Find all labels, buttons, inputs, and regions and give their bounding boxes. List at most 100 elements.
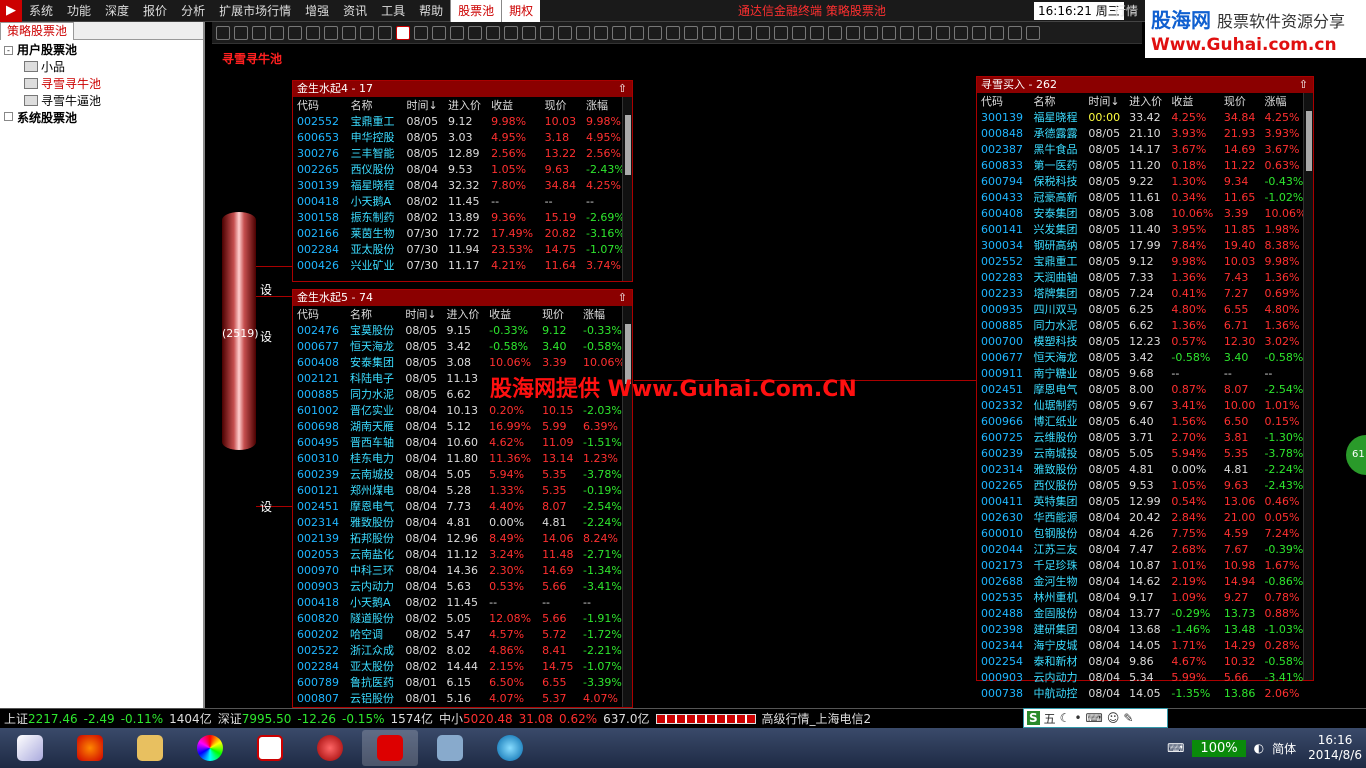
table-row[interactable]: 300034 钢研高纳 08/05 17.99 7.84% 19.40 8.38% bbox=[977, 237, 1313, 253]
set-button[interactable]: 设 bbox=[256, 495, 284, 519]
column-header[interactable]: 代码 bbox=[977, 93, 1030, 109]
table-row[interactable]: 000911 南宁糖业 08/05 9.68 -- -- -- bbox=[977, 365, 1313, 381]
table-row[interactable]: 600121 郑州煤电 08/04 5.28 1.33% 5.35 -0.19% bbox=[293, 482, 632, 498]
set-button[interactable]: 设 bbox=[256, 278, 284, 302]
toolbar-tool-icon[interactable] bbox=[954, 25, 968, 40]
table-row[interactable]: 000418 小天鹅A 08/02 11.45 -- -- -- bbox=[293, 594, 632, 610]
table-row[interactable]: 600833 第一医药 08/05 11.20 0.18% 11.22 0.63% bbox=[977, 157, 1313, 173]
table-row[interactable]: 002630 华西能源 08/04 20.42 2.84% 21.00 0.05% bbox=[977, 509, 1313, 525]
table-row[interactable]: 000700 模塑科技 08/05 12.23 0.57% 12.30 3.02% bbox=[977, 333, 1313, 349]
table-row[interactable]: 000903 云内动力 08/04 5.34 5.99% 5.66 -3.41% bbox=[977, 669, 1313, 685]
table-row[interactable]: 002387 黑牛食品 08/05 14.17 3.67% 14.69 3.67% bbox=[977, 141, 1313, 157]
sz-label[interactable]: 深证 bbox=[218, 710, 242, 727]
toolbar-tool-icon[interactable] bbox=[720, 25, 734, 40]
taskbar-app[interactable] bbox=[482, 730, 538, 766]
keyboard-icon[interactable]: ⌨ bbox=[1086, 711, 1103, 725]
column-header[interactable]: 现价 bbox=[538, 306, 579, 322]
tab-options[interactable]: 期权 bbox=[502, 0, 541, 22]
menu-item[interactable]: 帮助 bbox=[412, 0, 450, 22]
tree-node[interactable]: 系统股票池 bbox=[4, 110, 199, 127]
toolbar-tool-icon[interactable] bbox=[576, 25, 590, 40]
toolbar-tool-icon[interactable] bbox=[630, 25, 644, 40]
menu-item[interactable]: 扩展市场行情 bbox=[212, 0, 298, 22]
set-button[interactable]: 设 bbox=[256, 325, 284, 349]
table-row[interactable]: 000738 中航动控 08/04 14.05 -1.35% 13.86 2.06% bbox=[977, 685, 1313, 701]
table-row[interactable]: 600433 冠豪高新 08/05 11.61 0.34% 11.65 -1.02% bbox=[977, 189, 1313, 205]
scrollbar[interactable] bbox=[622, 97, 632, 281]
toolbar-tool-icon[interactable] bbox=[972, 25, 986, 40]
toolbar-tool-icon[interactable] bbox=[234, 25, 248, 40]
menu-item[interactable]: 系统 bbox=[22, 0, 60, 22]
start-button[interactable] bbox=[2, 730, 58, 766]
table-row[interactable]: 600239 云南城投 08/05 5.05 5.94% 5.35 -3.78% bbox=[977, 445, 1313, 461]
taskbar-app[interactable] bbox=[422, 730, 478, 766]
table-row[interactable]: 600820 隧道股份 08/02 5.05 12.08% 5.66 -1.91% bbox=[293, 610, 632, 626]
column-header[interactable]: 收益 bbox=[487, 97, 541, 113]
moon-icon[interactable]: ☾ bbox=[1060, 711, 1071, 725]
column-header[interactable]: 时间↓ bbox=[1084, 93, 1125, 109]
toolbar-tool-icon[interactable] bbox=[342, 25, 356, 40]
toolbar-tool-icon[interactable] bbox=[504, 25, 518, 40]
table-row[interactable]: 600653 申华控股 08/05 3.03 4.95% 3.18 4.95% bbox=[293, 129, 632, 145]
ime-bar[interactable]: S 五 ☾ • ⌨ ☺ ✎ bbox=[1023, 708, 1168, 728]
collapse-arrow-icon[interactable]: ⇧ bbox=[618, 81, 627, 97]
toolbar-tool-icon[interactable] bbox=[486, 25, 500, 40]
toolbar-tool-icon[interactable] bbox=[288, 25, 302, 40]
tab-stock-pool[interactable]: 股票池 bbox=[450, 0, 503, 23]
toolbar-tool-icon[interactable] bbox=[684, 25, 698, 40]
table-row[interactable]: 002283 天润曲轴 08/05 7.33 1.36% 7.43 1.36% bbox=[977, 269, 1313, 285]
toolbar-tool-icon[interactable] bbox=[414, 25, 428, 40]
table-row[interactable]: 300158 振东制药 08/02 13.89 9.36% 15.19 -2.69% bbox=[293, 209, 632, 225]
table-row[interactable]: 002344 海宁皮城 08/04 14.05 1.71% 14.29 0.28% bbox=[977, 637, 1313, 653]
table-row[interactable]: 600789 鲁抗医药 08/01 6.15 6.50% 6.55 -3.39% bbox=[293, 674, 632, 690]
keyboard-icon[interactable]: ⌨ bbox=[1167, 741, 1184, 755]
table-row[interactable]: 002314 雅致股份 08/04 4.81 0.00% 4.81 -2.24% bbox=[293, 514, 632, 530]
scrollbar[interactable] bbox=[1303, 93, 1313, 680]
toolbar-tool-icon[interactable] bbox=[468, 25, 482, 40]
tab-strategy-pool[interactable]: 策略股票池 bbox=[0, 22, 75, 40]
zoom-level[interactable]: 100% bbox=[1192, 739, 1246, 757]
table-row[interactable]: 002314 雅致股份 08/05 4.81 0.00% 4.81 -2.24% bbox=[977, 461, 1313, 477]
table-row[interactable]: 002284 亚太股份 07/30 11.94 23.53% 14.75 -1.07% bbox=[293, 241, 632, 257]
expander-icon[interactable]: - bbox=[4, 46, 13, 55]
dot-icon[interactable]: • bbox=[1074, 711, 1081, 725]
tree-node[interactable]: 寻雪牛逼池 bbox=[4, 93, 199, 110]
table-row[interactable]: 002451 摩恩电气 08/05 8.00 0.87% 8.07 -2.54% bbox=[977, 381, 1313, 397]
user-icon[interactable]: ☺ bbox=[1107, 711, 1120, 725]
column-header[interactable]: 进入价 bbox=[444, 97, 487, 113]
menu-item[interactable]: 分析 bbox=[174, 0, 212, 22]
collapse-arrow-icon[interactable]: ⇧ bbox=[1299, 77, 1308, 93]
tree-node[interactable]: - 用户股票池 bbox=[4, 42, 199, 59]
ime-mode[interactable]: 五 bbox=[1044, 710, 1056, 727]
toolbar-tool-icon[interactable] bbox=[612, 25, 626, 40]
column-header[interactable]: 进入价 bbox=[1125, 93, 1167, 109]
column-header[interactable]: 代码 bbox=[293, 97, 347, 113]
table-row[interactable]: 600408 安泰集团 08/05 3.08 10.06% 3.39 10.06% bbox=[977, 205, 1313, 221]
table-row[interactable]: 002166 莱茵生物 07/30 17.72 17.49% 20.82 -3.16% bbox=[293, 225, 632, 241]
table-row[interactable]: 002044 江苏三友 08/04 7.47 2.68% 7.67 -0.39% bbox=[977, 541, 1313, 557]
toolbar-tool-icon[interactable] bbox=[378, 25, 392, 40]
table-row[interactable]: 002488 金固股份 08/04 13.77 -0.29% 13.73 0.88% bbox=[977, 605, 1313, 621]
table-row[interactable]: 300139 福星晓程 08/04 32.32 7.80% 34.84 4.25% bbox=[293, 177, 632, 193]
scrollbar[interactable] bbox=[622, 306, 632, 707]
scroll-thumb[interactable] bbox=[1306, 111, 1312, 171]
column-header[interactable]: 现价 bbox=[1220, 93, 1261, 109]
menu-item[interactable]: 增强 bbox=[298, 0, 336, 22]
column-header[interactable]: 时间↓ bbox=[401, 306, 442, 322]
table-row[interactable]: 002265 西仪股份 08/05 9.53 1.05% 9.63 -2.43% bbox=[977, 477, 1313, 493]
collapse-arrow-icon[interactable]: ⇧ bbox=[618, 290, 627, 306]
table-row[interactable]: 002254 泰和新材 08/04 9.86 4.67% 10.32 -0.58% bbox=[977, 653, 1313, 669]
toolbar-tool-icon[interactable] bbox=[252, 25, 266, 40]
table-row[interactable]: 000807 云铝股份 08/01 5.16 4.07% 5.37 4.07% bbox=[293, 690, 632, 706]
sh-label[interactable]: 上证 bbox=[4, 710, 28, 727]
wrench-icon[interactable]: ✎ bbox=[1123, 711, 1133, 725]
toolbar-tool-icon[interactable] bbox=[828, 25, 842, 40]
table-row[interactable]: 002233 塔牌集团 08/05 7.24 0.41% 7.27 0.69% bbox=[977, 285, 1313, 301]
table-row[interactable]: 002522 浙江众成 08/02 8.02 4.86% 8.41 -2.21% bbox=[293, 642, 632, 658]
toolbar-tool-icon[interactable] bbox=[864, 25, 878, 40]
toolbar-tool-icon[interactable] bbox=[792, 25, 806, 40]
table-row[interactable]: 300276 三丰智能 08/05 12.89 2.56% 13.22 2.56% bbox=[293, 145, 632, 161]
menu-item[interactable]: 资讯 bbox=[336, 0, 374, 22]
toolbar-tool-icon[interactable] bbox=[666, 25, 680, 40]
column-header[interactable]: 现价 bbox=[541, 97, 582, 113]
